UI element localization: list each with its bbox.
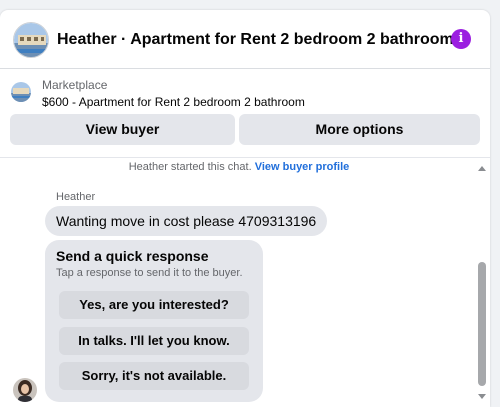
listing-avatar[interactable] (13, 22, 49, 58)
app-frame: Heather · Apartment for Rent 2 bedroom 2… (0, 0, 500, 407)
chat-started-notice: Heather started this chat. View buyer pr… (0, 161, 478, 173)
scroll-up-arrow-icon[interactable] (478, 166, 486, 171)
chat-area: Heather started this chat. View buyer pr… (0, 158, 490, 407)
sender-avatar[interactable] (13, 378, 37, 402)
apartment-thumbnail-icon (11, 82, 31, 102)
conversation-header: Heather · Apartment for Rent 2 bedroom 2… (0, 10, 490, 69)
chat-started-text: Heather started this chat. (128, 161, 252, 173)
listing-name[interactable]: $600 - Apartment for Rent 2 bedroom 2 ba… (42, 95, 305, 109)
quick-response-interested-button[interactable]: Yes, are you interested? (59, 291, 249, 319)
conversation-panel: Heather · Apartment for Rent 2 bedroom 2… (0, 10, 490, 407)
listing-summary: Marketplace $600 - Apartment for Rent 2 … (0, 70, 490, 158)
listing-thumbnail[interactable] (11, 82, 31, 102)
apartment-photo-icon (14, 23, 48, 57)
scroll-down-arrow-icon[interactable] (478, 394, 486, 399)
chat-scrollbar[interactable] (476, 158, 490, 407)
view-buyer-profile-link[interactable]: View buyer profile (255, 161, 350, 173)
more-options-button[interactable]: More options (239, 114, 480, 145)
quick-response-subtitle: Tap a response to send it to the buyer. (56, 267, 243, 279)
person-avatar-icon (13, 378, 37, 402)
quick-response-card: Send a quick response Tap a response to … (45, 240, 263, 402)
quick-response-in-talks-button[interactable]: In talks. I'll let you know. (59, 327, 249, 355)
view-buyer-button[interactable]: View buyer (10, 114, 235, 145)
listing-source: Marketplace (42, 78, 108, 92)
quick-response-not-available-button[interactable]: Sorry, it's not available. (59, 362, 249, 390)
message-bubble: Wanting move in cost please 4709313196 (45, 206, 328, 236)
sender-name: Heather (56, 191, 96, 203)
conversation-title: Heather · Apartment for Rent 2 bedroom 2… (57, 31, 454, 48)
quick-response-title: Send a quick response (56, 248, 209, 264)
info-icon[interactable]: i (451, 29, 471, 49)
scrollbar-thumb[interactable] (478, 262, 486, 386)
